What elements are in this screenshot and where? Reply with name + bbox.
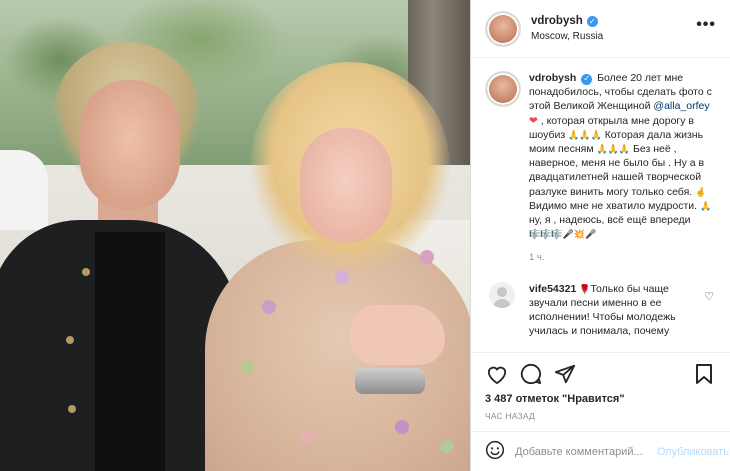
share-plane-icon[interactable] (553, 363, 577, 385)
comment-bubble-icon[interactable] (519, 363, 543, 385)
caption-text-6: ну, я , надеюсь, всё ещё впереди (529, 214, 691, 227)
like-heart-icon[interactable] (485, 363, 509, 385)
music-emoji-icon: 🎼🎼🎼🎤💥🎤 (529, 229, 597, 240)
caption-avatar[interactable] (485, 71, 521, 107)
hand-emoji-icon: 🤞 (695, 186, 707, 197)
more-options-icon[interactable]: ••• (696, 17, 716, 33)
post-header: vdrobysh ✓ Moscow, Russia ••• (471, 0, 730, 58)
post-photo[interactable] (0, 0, 470, 471)
pray-emoji-icon: 🙏🙏🙏 (568, 129, 602, 140)
bookmark-icon[interactable] (692, 363, 716, 385)
pray-emoji-icon: 🙏 (699, 200, 712, 211)
add-comment-bar: Опубликовать (471, 431, 730, 471)
avatar[interactable] (485, 10, 521, 47)
username-link[interactable]: vdrobysh (531, 14, 583, 29)
verified-badge-icon: ✓ (581, 73, 593, 85)
likes-count[interactable]: 3 487 отметок "Нравится" (485, 393, 716, 405)
rose-emoji-icon: 🌹 (579, 283, 591, 294)
instagram-post: vdrobysh ✓ Moscow, Russia ••• vdrobysh ✓… (0, 0, 730, 471)
commenter-username[interactable]: vife54321 (529, 283, 576, 295)
caption: vdrobysh ✓ Более 20 лет мне понадобилось… (485, 71, 716, 266)
post-side-panel: vdrobysh ✓ Moscow, Russia ••• vdrobysh ✓… (470, 0, 730, 471)
red-heart-emoji-icon: ❤ (529, 114, 538, 127)
comment-input[interactable] (515, 445, 657, 458)
caption-time: 1 ч. (529, 252, 545, 264)
mention-link[interactable]: @alla_orfey (653, 100, 709, 112)
commenter-avatar[interactable] (489, 281, 515, 308)
caption-username[interactable]: vdrobysh (529, 72, 576, 84)
post-actions: 3 487 отметок "Нравится" ЧАС НАЗАД Опубл… (471, 352, 730, 471)
comment-item: vife54321 🌹Только бы чаще звучали песни … (485, 281, 716, 339)
emoji-smiley-icon[interactable] (485, 440, 505, 463)
location-link[interactable]: Moscow, Russia (531, 29, 603, 44)
pray-emoji-icon: 🙏🙏🙏 (596, 144, 631, 155)
comments-area[interactable]: vdrobysh ✓ Более 20 лет мне понадобилось… (471, 59, 730, 351)
comment-like-heart-icon[interactable]: ♡ (704, 290, 714, 303)
verified-badge-icon: ✓ (586, 15, 598, 27)
post-comment-button[interactable]: Опубликовать (657, 446, 729, 458)
caption-text-5: Видимо мне не хватило мудрости. (529, 199, 698, 212)
post-time[interactable]: ЧАС НАЗАД (485, 411, 716, 421)
